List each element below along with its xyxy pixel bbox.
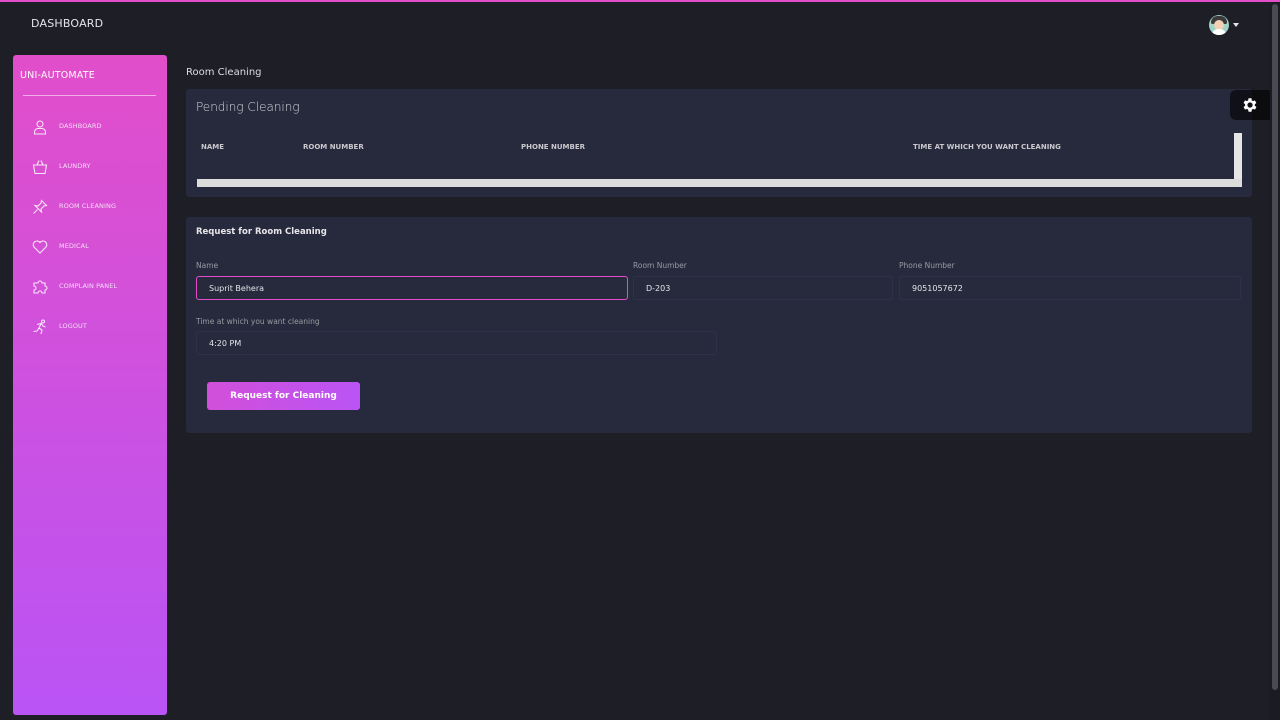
sidebar-item-label: COMPLAIN PANEL bbox=[59, 282, 118, 290]
sidebar-item-medical[interactable]: MEDICAL bbox=[13, 235, 167, 275]
form-title: Request for Room Cleaning bbox=[196, 227, 327, 237]
sidebar-item-label: LAUNDRY bbox=[59, 162, 91, 170]
time-label: Time at which you want cleaning bbox=[196, 317, 320, 326]
sidebar-item-dashboard[interactable]: DASHBOARD bbox=[13, 115, 167, 155]
sidebar-item-complain-panel[interactable]: COMPLAIN PANEL bbox=[13, 275, 167, 315]
page-scrollbar[interactable] bbox=[1270, 2, 1280, 720]
column-header-name: NAME bbox=[201, 143, 225, 151]
sidebar: UNI-AUTOMATE DASHBOARD LAUNDRY ROOM CLEA… bbox=[13, 55, 167, 715]
gear-icon[interactable] bbox=[1241, 96, 1259, 114]
column-header-time: TIME AT WHICH YOU WANT CLEANING bbox=[913, 143, 1061, 151]
column-header-phone-number: PHONE NUMBER bbox=[521, 143, 586, 151]
run-icon bbox=[32, 319, 48, 335]
sidebar-nav: DASHBOARD LAUNDRY ROOM CLEANING MEDICAL bbox=[13, 115, 167, 355]
pin-icon bbox=[32, 199, 48, 215]
column-header-room-number: ROOM NUMBER bbox=[303, 143, 364, 151]
user-icon bbox=[32, 119, 48, 135]
navbar-brand[interactable]: DASHBOARD bbox=[31, 17, 103, 30]
table-horizontal-scrollbar[interactable] bbox=[197, 179, 1242, 187]
sidebar-logo[interactable]: UNI-AUTOMATE bbox=[20, 70, 95, 81]
room-number-input[interactable] bbox=[633, 276, 893, 300]
sidebar-item-room-cleaning[interactable]: ROOM CLEANING bbox=[13, 195, 167, 235]
basket-icon bbox=[32, 159, 48, 175]
avatar-icon[interactable] bbox=[1209, 15, 1229, 35]
page: DASHBOARD UNI-AUTOMATE DASHBOARD LAUNDRY bbox=[0, 0, 1280, 720]
pending-cleaning-card: Pending Cleaning NAME ROOM NUMBER PHONE … bbox=[186, 89, 1252, 197]
request-cleaning-button[interactable]: Request for Cleaning bbox=[207, 382, 360, 410]
scrollbar-thumb[interactable] bbox=[1272, 4, 1278, 690]
sidebar-item-label: ROOM CLEANING bbox=[59, 202, 117, 210]
name-label: Name bbox=[196, 261, 219, 270]
user-menu[interactable] bbox=[1209, 14, 1241, 36]
top-navbar: DASHBOARD bbox=[0, 2, 1270, 48]
table-header: NAME ROOM NUMBER PHONE NUMBER TIME AT WH… bbox=[197, 139, 1241, 155]
settings-toggle[interactable] bbox=[1230, 90, 1270, 120]
request-cleaning-card: Request for Room Cleaning Name Room Numb… bbox=[186, 217, 1252, 433]
caret-down-icon[interactable] bbox=[1233, 23, 1239, 27]
sidebar-item-label: DASHBOARD bbox=[59, 122, 102, 130]
sidebar-divider bbox=[23, 95, 156, 96]
time-input[interactable] bbox=[196, 331, 717, 355]
heart-icon bbox=[32, 239, 48, 255]
card-title: Pending Cleaning bbox=[196, 100, 300, 114]
sidebar-item-logout[interactable]: LOGOUT bbox=[13, 315, 167, 355]
phone-number-label: Phone Number bbox=[899, 261, 955, 270]
page-title: Room Cleaning bbox=[186, 67, 262, 78]
sidebar-item-label: MEDICAL bbox=[59, 242, 89, 250]
sidebar-item-laundry[interactable]: LAUNDRY bbox=[13, 155, 167, 195]
phone-number-input[interactable] bbox=[899, 276, 1241, 300]
puzzle-icon bbox=[32, 279, 48, 295]
name-input[interactable] bbox=[196, 276, 628, 300]
room-number-label: Room Number bbox=[633, 261, 687, 270]
sidebar-item-label: LOGOUT bbox=[59, 322, 87, 330]
